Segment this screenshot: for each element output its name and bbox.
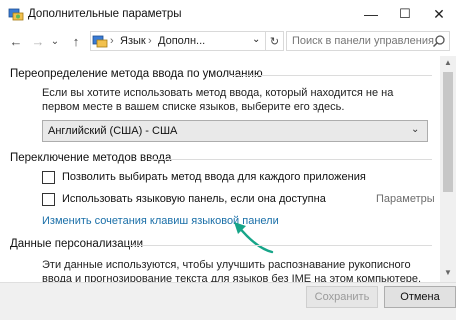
annotation-arrow-icon [234,222,274,254]
language-bar-label[interactable]: Использовать языковую панель, если она д… [62,193,326,205]
override-description: Если вы хотите использовать метод ввода,… [42,87,394,113]
window-title: Дополнительные параметры [28,8,182,20]
breadcrumb-separator: › [110,35,114,47]
breadcrumb-language[interactable]: Язык [120,35,146,47]
cancel-button[interactable]: Отмена [384,286,456,308]
forward-button[interactable]: → [28,31,48,51]
input-method-select-value: Английский (США) - США [48,125,178,137]
close-button[interactable]: ✕ [422,0,456,28]
section-title-switching: Переключение методов ввода [10,152,172,164]
divider [150,159,432,160]
language-bar-checkbox[interactable] [42,193,55,206]
up-button[interactable]: ↑ [66,31,86,51]
per-app-input-label[interactable]: Позволить выбирать метод ввода для каждо… [62,171,366,183]
search-placeholder: Поиск в панели управления [292,35,434,47]
maximize-button[interactable]: ☐ [388,0,422,28]
chevron-down-icon: ⌄ [411,124,420,135]
section-title-override: Переопределение метода ввода по умолчани… [10,68,263,80]
scroll-up-icon[interactable]: ▲ [443,58,453,67]
breadcrumb-advanced[interactable]: Дополн... [158,35,205,47]
save-button[interactable]: Сохранить [306,286,378,308]
per-app-input-checkbox[interactable] [42,171,55,184]
address-dropdown-icon[interactable]: ⌄ [252,34,260,45]
search-icon[interactable] [432,34,446,48]
refresh-button[interactable]: ↻ [266,31,284,51]
recent-locations-button[interactable]: ⌄ [48,31,62,51]
minimize-button[interactable]: — [354,0,388,28]
scroll-down-icon[interactable]: ▼ [443,268,453,277]
section-title-personalization: Данные персонализации [10,238,144,250]
parameters-link[interactable]: Параметры [376,193,435,205]
back-button[interactable]: ← [6,31,26,51]
divider [228,75,432,76]
breadcrumb-separator: › [148,35,152,47]
control-panel-icon [92,35,108,48]
control-panel-icon [8,8,24,21]
scrollbar-thumb[interactable] [443,72,453,192]
divider [128,245,432,246]
